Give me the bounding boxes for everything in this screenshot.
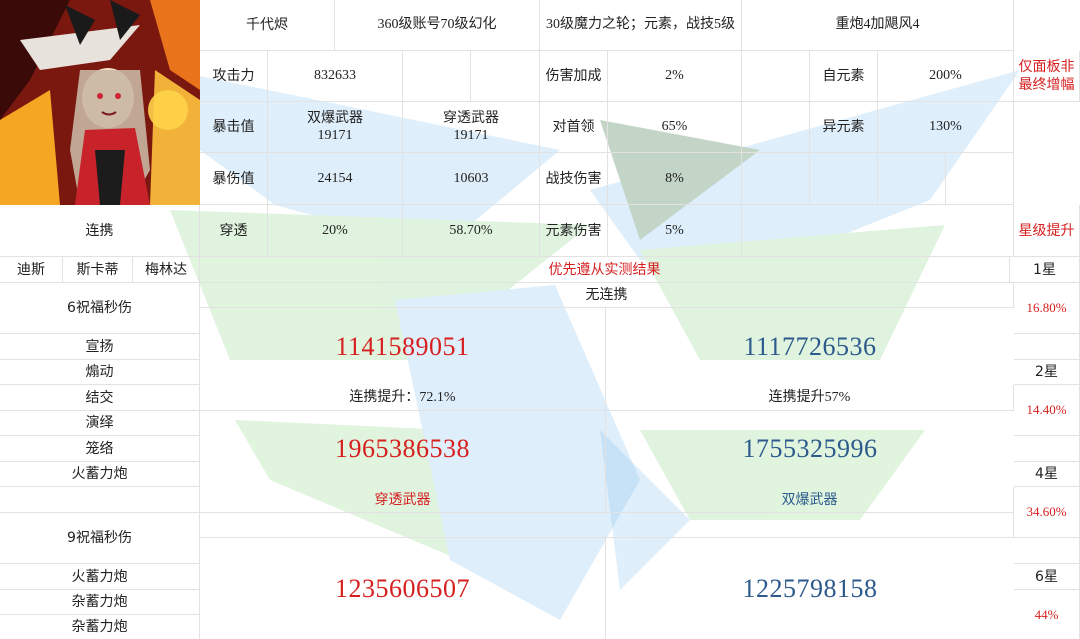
empty-cell xyxy=(810,153,878,205)
boss-label: 对首领 xyxy=(540,102,608,153)
self-elem-value: 200% xyxy=(878,51,1014,102)
empty-cell xyxy=(1014,538,1080,564)
star-value: 34.60% xyxy=(1014,487,1080,538)
pen-no-combo-dps: 1141589051 xyxy=(200,308,606,385)
diff-elem-value: 130% xyxy=(878,102,1014,153)
priority-note: 优先遵从实测结果 xyxy=(200,257,1010,283)
combo-member: 斯卡蒂 xyxy=(63,257,133,283)
star-label: 1星 xyxy=(1010,257,1080,283)
crit-weapon-b-value: 19171 xyxy=(453,128,489,143)
six-item: 煽动 xyxy=(0,360,200,385)
pen-label: 穿透 xyxy=(200,205,268,257)
star-upgrade-title: 星级提升 xyxy=(1014,205,1080,257)
crit-label: 暴击值 xyxy=(200,102,268,153)
crit-weapon-a-name: 双爆武器 xyxy=(307,110,363,126)
pen-value-a: 20% xyxy=(268,205,403,257)
star-label: 2星 xyxy=(1014,360,1080,385)
character-portrait xyxy=(0,0,200,205)
empty-cell xyxy=(946,153,1014,205)
star-value: 44% xyxy=(1014,590,1080,639)
empty-cell xyxy=(1014,102,1080,153)
pen-value-b: 58.70% xyxy=(403,205,540,257)
panel-note-spacer xyxy=(1014,0,1080,51)
no-combo-label: 无连携 xyxy=(200,283,1014,308)
crit-weapon-b: 穿透武器 19171 xyxy=(403,102,540,153)
crit-weapon-a: 双爆武器 19171 xyxy=(268,102,403,153)
dmg-bonus-value: 2% xyxy=(608,51,742,102)
empty-cell xyxy=(200,513,1014,538)
elem-dmg-label: 元素伤害 xyxy=(540,205,608,257)
combo-label: 连携 xyxy=(0,205,200,257)
skill-dmg-value: 8% xyxy=(608,153,742,205)
empty-cell xyxy=(1014,334,1080,360)
critdmg-value-b: 10603 xyxy=(403,153,540,205)
six-item: 火蓄力炮 xyxy=(0,462,200,487)
six-item: 演绎 xyxy=(0,411,200,436)
star-value: 16.80% xyxy=(1014,283,1080,334)
six-blessing-title: 6祝福秒伤 xyxy=(0,283,200,334)
nine-blessing-title: 9祝福秒伤 xyxy=(0,513,200,564)
pen-weapon-label: 穿透武器 xyxy=(200,487,606,513)
wheel-info: 30级魔力之轮；元素，战技5级 xyxy=(540,0,742,51)
character-name: 千代烬 xyxy=(200,0,335,51)
critdmg-value-a: 24154 xyxy=(268,153,403,205)
empty-cell xyxy=(0,487,200,513)
nine-item: 杂蓄力炮 xyxy=(0,590,200,615)
crit-combo-dps: 1755325996 xyxy=(742,434,878,463)
critdmg-label: 暴伤值 xyxy=(200,153,268,205)
empty-cell xyxy=(742,102,810,153)
crit-combo-gain: 连携提升57% xyxy=(606,385,1014,411)
panel-note: 仅面板非最终增幅 xyxy=(1014,51,1080,102)
crit-weapon-b-name: 穿透武器 xyxy=(443,110,499,126)
diff-elem-label: 异元素 xyxy=(810,102,878,153)
boss-value: 65% xyxy=(608,102,742,153)
self-elem-label: 自元素 xyxy=(810,51,878,102)
empty-cell xyxy=(742,51,810,102)
crit-no-combo-dps: 1117726536 xyxy=(743,331,877,361)
six-item: 结交 xyxy=(0,385,200,411)
empty-cell xyxy=(403,51,471,102)
pen-nine-dps: 1235606507 xyxy=(200,538,606,639)
crit-weapon-label: 双爆武器 xyxy=(606,487,1014,513)
dmg-bonus-label: 伤害加成 xyxy=(540,51,608,102)
star-label: 6星 xyxy=(1014,564,1080,590)
elem-dmg-value: 5% xyxy=(608,205,742,257)
nine-item: 火蓄力炮 xyxy=(0,564,200,590)
atk-value: 832633 xyxy=(268,51,403,102)
star-value: 14.40% xyxy=(1014,385,1080,436)
empty-cell xyxy=(471,51,540,102)
pen-combo-gain: 连携提升：72.1% xyxy=(200,385,606,411)
star-label: 4星 xyxy=(1014,462,1080,487)
combo-member: 梅林达 xyxy=(133,257,200,283)
crit-nine-dps: 1225798158 xyxy=(742,573,878,603)
six-item: 宣扬 xyxy=(0,334,200,360)
empty-cell xyxy=(742,205,1014,257)
nine-item: 杂蓄力炮 xyxy=(0,615,200,639)
six-item: 笼络 xyxy=(0,436,200,462)
crit-weapon-a-value: 19171 xyxy=(317,128,353,143)
pen-combo-dps: 1965386538 xyxy=(200,411,606,487)
skill-dmg-label: 战技伤害 xyxy=(540,153,608,205)
equipment-set: 重炮4加飓风4 xyxy=(742,0,1014,51)
atk-label: 攻击力 xyxy=(200,51,268,102)
empty-cell xyxy=(878,153,946,205)
empty-cell xyxy=(1014,436,1080,462)
empty-cell xyxy=(742,153,810,205)
combo-member: 迪斯 xyxy=(0,257,63,283)
account-level: 360级账号70级幻化 xyxy=(335,0,540,51)
